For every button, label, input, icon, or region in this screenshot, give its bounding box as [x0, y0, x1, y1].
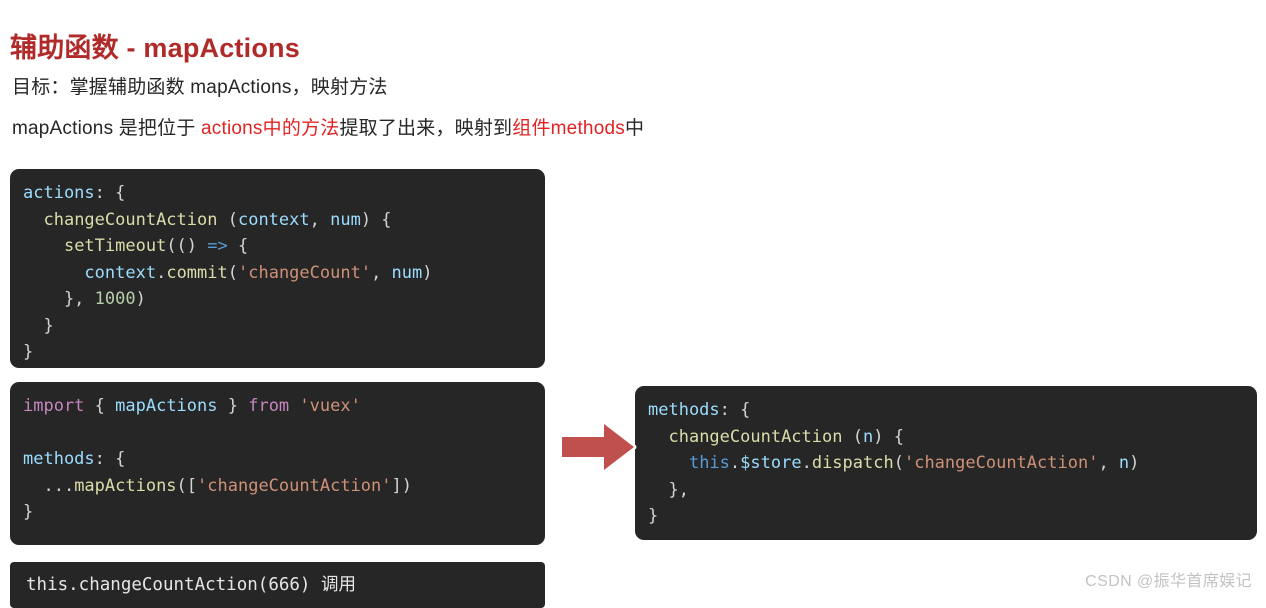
code-token: changeCountAction [43, 209, 218, 230]
code-token: } [648, 506, 659, 526]
description-highlight-methods: 组件methods [512, 118, 625, 139]
code-token: ) [135, 289, 146, 309]
code-token: mapActions [74, 475, 177, 496]
code-token: ( [893, 453, 904, 473]
code-token: (() [166, 236, 208, 256]
description-text-part-1: mapActions 是把位于 [12, 118, 202, 139]
code-token: : { [719, 400, 751, 420]
page-title: 辅助函数 - mapActions [10, 33, 300, 64]
description-text-part-2: 提取了出来，映射到 [339, 118, 513, 139]
code-token: context [84, 262, 157, 283]
code-token: => [207, 236, 228, 256]
code-token: }, [23, 289, 95, 309]
code-token: , [309, 209, 331, 230]
code-token: ( [227, 262, 238, 283]
code-token: this.changeCountAction(666) 调用 [26, 574, 357, 595]
code-token: 'changeCount' [238, 262, 372, 283]
code-token: { [84, 396, 116, 416]
code-block-actions: actions: { changeCountAction (context, n… [10, 169, 545, 368]
description-text-part-3: 中 [624, 118, 645, 139]
description-highlight-actions: actions中的方法 [201, 118, 340, 139]
code-block-call-example: this.changeCountAction(666) 调用 [10, 561, 545, 608]
code-token: ( [217, 209, 238, 230]
code-block-expanded-methods: methods: { changeCountAction (n) { this.… [635, 386, 1257, 540]
code-token: n [862, 426, 874, 447]
code-token: . [156, 262, 167, 283]
code-token: commit [166, 262, 228, 283]
code-token: ( [842, 426, 863, 447]
code-token: } [23, 502, 34, 522]
code-token: ]) [391, 475, 412, 496]
code-token: methods [648, 400, 720, 420]
code-token: , [1098, 453, 1119, 473]
right-arrow-icon [558, 418, 638, 476]
csdn-watermark: CSDN @振华首席娱记 [1085, 573, 1252, 590]
code-token: ... [23, 475, 75, 496]
code-token: n [1118, 453, 1130, 473]
code-block-mapactions-usage: import { mapActions } from 'vuex' method… [10, 382, 545, 545]
code-token: ) [1129, 453, 1140, 473]
code-token: } [217, 396, 249, 416]
code-token: mapActions [115, 396, 218, 416]
code-token: import [23, 396, 85, 416]
code-token: . [729, 453, 741, 473]
code-token: this [688, 453, 730, 473]
code-token: ) { [873, 426, 904, 447]
code-token: ([ [176, 475, 198, 496]
code-token: ) { [360, 209, 392, 230]
code-token: $store [740, 453, 802, 473]
code-token: }, [648, 479, 689, 500]
code-token: { [227, 236, 249, 256]
code-token: actions [23, 183, 95, 203]
code-token: ) [422, 262, 433, 283]
code-token: num [391, 262, 423, 283]
code-token: from [248, 396, 290, 416]
code-token: 'vuex' [299, 396, 361, 416]
code-token: : { [94, 183, 126, 203]
code-token: num [330, 209, 361, 230]
code-token: } [23, 315, 54, 336]
code-token: 'changeCountAction' [197, 475, 392, 496]
code-token: : { [94, 449, 126, 469]
code-token: 'changeCountAction' [903, 453, 1099, 473]
code-token: , [371, 262, 392, 283]
code-token: setTimeout [63, 236, 167, 256]
objective-line: 目标：掌握辅助函数 mapActions，映射方法 [12, 77, 388, 98]
code-token: dispatch [811, 453, 894, 473]
code-token: methods [23, 449, 95, 469]
code-token: changeCountAction [668, 426, 843, 447]
code-token: 1000 [94, 289, 136, 309]
code-token: . [801, 453, 812, 473]
description-line: mapActions 是把位于 actions中的方法提取了出来，映射到组件me… [12, 113, 644, 140]
code-token: context [237, 209, 310, 230]
code-token: } [23, 342, 34, 362]
